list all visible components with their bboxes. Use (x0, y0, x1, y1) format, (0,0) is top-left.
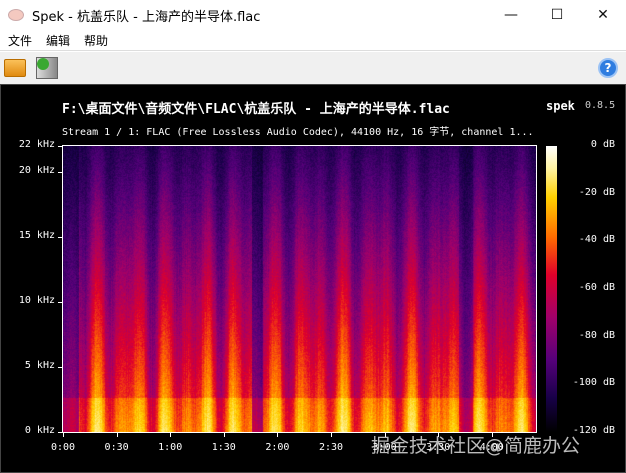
spectrogram-view: F:\桌面文件\音频文件\FLAC\杭盖乐队 - 上海产的半导体.flac sp… (0, 84, 626, 473)
db-color-scale (546, 146, 557, 432)
time-tick-label: 3:30 (426, 442, 451, 453)
title-bar: Spek - 杭盖乐队 - 上海产的半导体.flac — ☐ ✕ (0, 0, 626, 30)
db-tick-label: -120 dB (572, 425, 615, 436)
stream-info: Stream 1 / 1: FLAC (Free Lossless Audio … (62, 127, 534, 138)
toolbar: ? (0, 52, 626, 84)
db-tick-label: -80 dB (578, 329, 615, 341)
time-tick-label: 2:00 (265, 442, 290, 453)
close-button[interactable]: ✕ (580, 0, 626, 30)
freq-tick-label: 22 kHz (18, 139, 55, 150)
brand-name: spek (546, 99, 575, 113)
db-tick-label: -100 dB (572, 377, 615, 389)
freq-tick-label: 0 kHz (24, 425, 55, 436)
brand-version: 0.8.5 (585, 100, 616, 111)
plot-frame (62, 145, 537, 433)
time-tick-label: 1:00 (158, 442, 183, 453)
db-tick-label: -40 dB (578, 234, 615, 246)
menu-edit[interactable]: 编辑 (46, 32, 70, 49)
db-tick-label: 0 dB (590, 139, 615, 150)
maximize-button[interactable]: ☐ (534, 0, 580, 30)
db-tick-label: -60 dB (578, 282, 615, 293)
folder-icon[interactable] (4, 59, 26, 77)
help-icon[interactable]: ? (598, 58, 618, 78)
time-tick-label: 1:30 (211, 442, 236, 453)
watermark: 掘金技术社区@简鹿办公 (371, 435, 581, 457)
window-title: Spek - 杭盖乐队 - 上海产的半导体.flac (32, 9, 261, 25)
time-tick-label: 3:00 (372, 442, 397, 453)
time-tick-label: 0:00 (50, 442, 76, 453)
time-tick-label: 4:00 (479, 442, 504, 453)
menu-file[interactable]: 文件 (8, 32, 32, 49)
minimize-button[interactable]: — (488, 0, 534, 30)
menu-bar: 文件 编辑 帮助 (0, 30, 626, 51)
save-image-icon[interactable] (36, 57, 58, 79)
time-tick-label: 2:30 (318, 442, 344, 453)
freq-tick-label: 10 kHz (18, 295, 55, 306)
spek-app-icon (8, 9, 24, 21)
freq-tick-label: 5 kHz (24, 360, 55, 371)
freq-tick-label: 20 kHz (18, 165, 55, 176)
menu-help[interactable]: 帮助 (84, 32, 108, 49)
arrow-icon (37, 58, 49, 70)
freq-tick-label: 15 kHz (18, 230, 55, 241)
db-tick-label: -20 dB (578, 186, 615, 198)
file-path: F:\桌面文件\音频文件\FLAC\杭盖乐队 - 上海产的半导体.flac (62, 102, 450, 117)
time-tick-label: 0:30 (104, 442, 129, 453)
